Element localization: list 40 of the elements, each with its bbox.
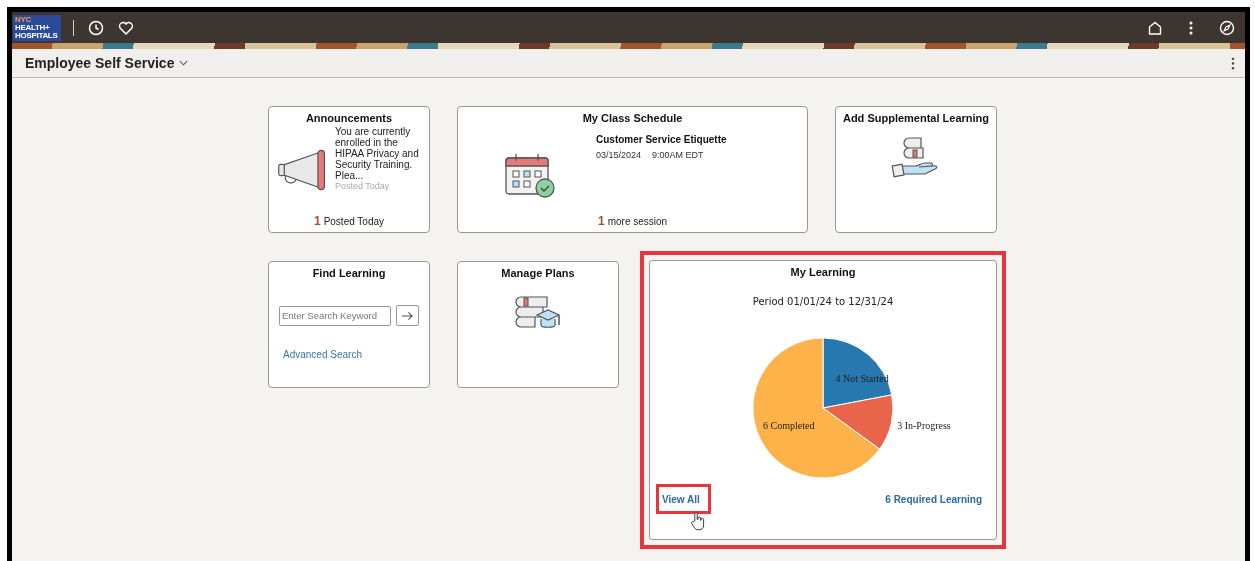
tile-title: Announcements — [305, 112, 393, 124]
session-time: 9:00AM EDT — [652, 150, 704, 160]
session-date: 03/15/2024 — [596, 150, 642, 160]
tile-title: Find Learning — [312, 267, 386, 279]
posted-label: Posted Today — [335, 181, 391, 192]
view-all-link[interactable]: View All — [662, 494, 700, 505]
period-label: Period 01/01/24 to 12/31/24 — [752, 296, 894, 307]
home-icon[interactable] — [1147, 19, 1163, 36]
slice-label: 3 In-Progress — [897, 419, 951, 431]
footer-text: more session — [607, 216, 668, 227]
manage-plans-tile[interactable]: Manage Plans — [457, 261, 619, 388]
tile-title: My Class Schedule — [582, 112, 683, 124]
heart-icon[interactable] — [118, 19, 134, 36]
announcements-tile[interactable]: Announcements You are currently enrolled in the HIPAA Privacy and Security Training. Plea... Posted Today 1 Posted Today — [268, 106, 430, 233]
books-and-cap-icon — [513, 295, 563, 331]
page-title[interactable]: Employee Self Service — [25, 55, 175, 71]
class-schedule-tile[interactable]: My Class Schedule Customer Service Etiquette 03/15/2024 9:00AM EDT 1 more session — [457, 106, 808, 233]
footer-text: Posted Today — [323, 216, 385, 227]
compass-icon[interactable] — [1219, 19, 1235, 36]
count: 1 — [598, 214, 605, 228]
chevron-down-icon[interactable] — [179, 60, 189, 66]
advanced-search-link[interactable]: Advanced Search — [283, 349, 362, 360]
logo[interactable]: NYC HEALTH+ HOSPITALS — [13, 14, 61, 41]
announcement-text: You are currently enrolled in the HIPAA Privacy and Security Training. Plea... — [335, 126, 419, 181]
calendar-check-icon — [504, 152, 556, 198]
tile-title: My Learning — [790, 266, 856, 278]
clock-icon[interactable] — [88, 19, 104, 36]
slice-label: 6 Completed — [763, 420, 815, 432]
supplemental-learning-tile[interactable]: Add Supplemental Learning — [835, 106, 997, 233]
search-field[interactable]: Enter Search Keyword — [279, 305, 391, 326]
search-button[interactable] — [396, 305, 419, 326]
course-name: Customer Service Etiquette — [596, 134, 727, 145]
required-learning-link[interactable]: 6 Required Learning — [885, 493, 982, 505]
hand-cursor-icon — [690, 511, 706, 531]
tile-title: Manage Plans — [501, 267, 575, 279]
find-learning-tile[interactable]: Find Learning Enter Search Keyword Advanced Search — [268, 261, 430, 388]
tile-title: Add Supplemental Learning — [842, 112, 990, 124]
arrow-right-icon — [401, 310, 414, 321]
more-icon[interactable] — [1231, 56, 1235, 70]
count: 1 — [313, 214, 321, 228]
